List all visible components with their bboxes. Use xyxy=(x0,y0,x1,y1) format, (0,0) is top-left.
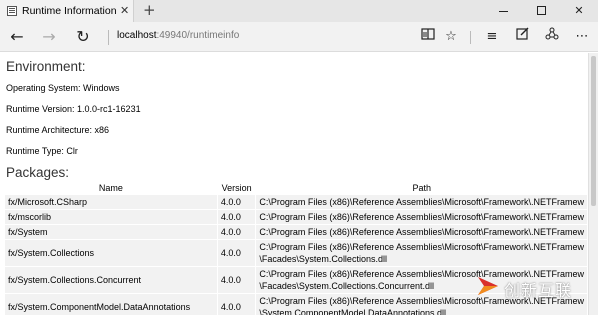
package-name: fx/System.Collections xyxy=(5,240,217,266)
tab-runtime-information[interactable]: Runtime Information ✕ xyxy=(0,0,134,22)
package-path: C:\Program Files (x86)\Reference Assembl… xyxy=(256,195,587,209)
runtime-architecture-text: Runtime Architecture: x86 xyxy=(6,125,110,135)
table-row: fx/System 4.0.0 C:\Program Files (x86)\R… xyxy=(5,225,587,239)
title-bar: Runtime Information ✕ + ✕ xyxy=(0,0,598,22)
hub-icon[interactable]: ≡ xyxy=(482,27,502,47)
minimize-icon xyxy=(498,10,508,12)
package-path: C:\Program Files (x86)\Reference Assembl… xyxy=(256,210,587,224)
maximize-button[interactable] xyxy=(522,0,560,22)
package-name: fx/mscorlib xyxy=(5,210,217,224)
watermark-logo-icon xyxy=(478,277,498,295)
web-note-icon[interactable] xyxy=(512,27,532,47)
column-header-name: Name xyxy=(98,182,123,193)
maximize-icon xyxy=(536,5,546,15)
package-path: C:\Program Files (x86)\Reference Assembl… xyxy=(256,240,587,266)
watermark: 创新互联 xyxy=(470,269,590,305)
environment-heading: Environment: xyxy=(6,59,86,74)
toolbar-divider xyxy=(470,31,471,44)
package-version: 4.0.0 xyxy=(217,195,256,209)
package-path: C:\Program Files (x86)\Reference Assembl… xyxy=(256,225,587,239)
reading-view-svg xyxy=(421,28,435,40)
runtime-type-text: Runtime Type: Clr xyxy=(6,146,78,156)
minimize-button[interactable] xyxy=(484,0,522,22)
package-path-line1: C:\Program Files (x86)\Reference Assembl… xyxy=(259,242,584,252)
table-row: fx/System.Collections 4.0.0 C:\Program F… xyxy=(5,240,587,266)
packages-heading: Packages: xyxy=(6,165,70,180)
web-note-svg xyxy=(515,27,528,40)
scrollbar-thumb[interactable] xyxy=(591,56,596,206)
new-tab-icon[interactable]: + xyxy=(143,1,156,19)
package-version: 4.0.0 xyxy=(217,225,256,239)
address-bar[interactable]: localhost:49940/runtimeinfo xyxy=(117,30,239,41)
package-path-line2: \Facades\System.Collections.dll xyxy=(259,254,387,264)
tab-close-icon[interactable]: ✕ xyxy=(120,4,129,17)
navigation-toolbar: ← → ↻ localhost:49940/runtimeinfo ☆ ≡ ⋯ xyxy=(0,22,598,52)
close-icon: ✕ xyxy=(574,4,584,17)
column-header-version: Version xyxy=(221,182,252,193)
tab-title: Runtime Information xyxy=(22,5,117,17)
package-version: 4.0.0 xyxy=(217,240,256,266)
watermark-text: 创新互联 xyxy=(504,281,573,300)
package-path-line2: \System.ComponentModel.DataAnnotations.d… xyxy=(259,308,447,315)
package-name: fx/Microsoft.CSharp xyxy=(5,195,217,209)
page-icon xyxy=(7,6,17,16)
back-arrow-icon[interactable]: ← xyxy=(6,27,28,47)
forward-arrow-icon[interactable]: → xyxy=(38,27,60,47)
close-window-button[interactable]: ✕ xyxy=(560,0,598,22)
more-icon[interactable]: ⋯ xyxy=(572,27,592,47)
package-name: fx/System xyxy=(5,225,217,239)
table-row: fx/Microsoft.CSharp 4.0.0 C:\Program Fil… xyxy=(5,195,587,209)
share-svg xyxy=(545,27,559,40)
column-header-path: Path xyxy=(412,182,431,193)
favorite-star-icon[interactable]: ☆ xyxy=(441,27,461,47)
address-path: :49940/runtimeinfo xyxy=(156,30,240,41)
refresh-icon[interactable]: ↻ xyxy=(72,27,94,47)
address-divider xyxy=(108,30,109,45)
package-version: 4.0.0 xyxy=(217,267,256,293)
operating-system-text: Operating System: Windows xyxy=(6,83,120,93)
runtime-version-text: Runtime Version: 1.0.0-rc1-16231 xyxy=(6,104,141,114)
package-name: fx/System.Collections.Concurrent xyxy=(5,267,217,293)
package-name: fx/System.ComponentModel.DataAnnotations xyxy=(5,294,217,315)
table-row: fx/mscorlib 4.0.0 C:\Program Files (x86)… xyxy=(5,210,587,224)
reading-view-icon[interactable] xyxy=(418,27,438,47)
share-icon[interactable] xyxy=(542,27,562,47)
package-version: 4.0.0 xyxy=(217,210,256,224)
package-version: 4.0.0 xyxy=(217,294,256,315)
address-host: localhost xyxy=(117,30,157,41)
